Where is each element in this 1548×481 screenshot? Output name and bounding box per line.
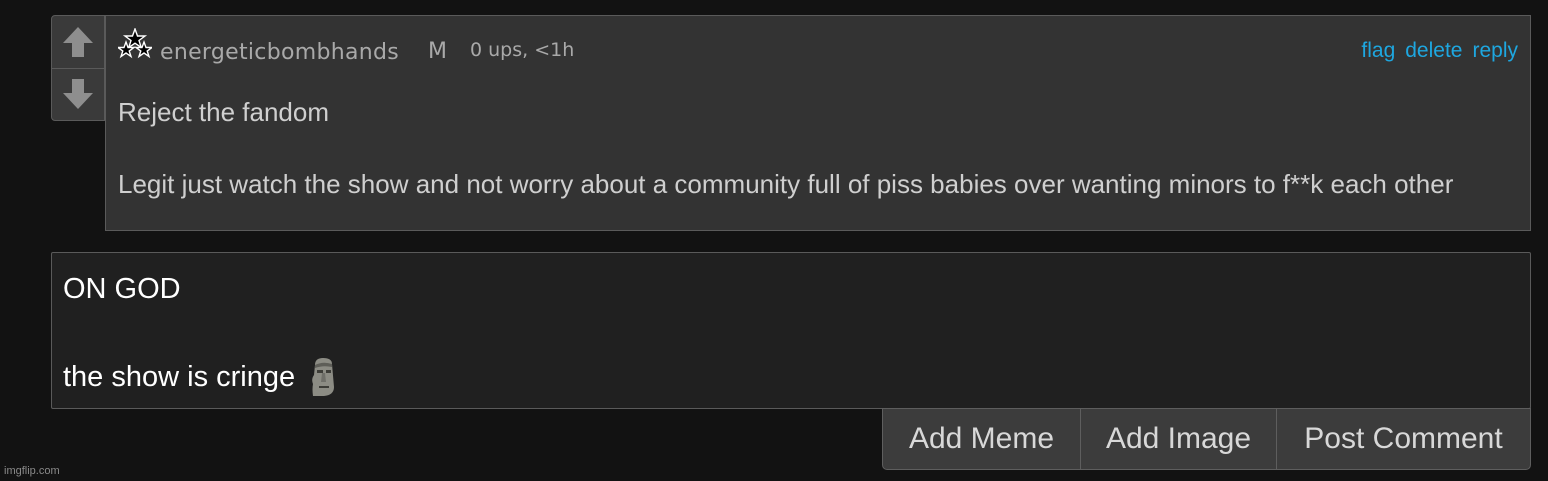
comment-thread: energeticbombhands M 0 ups, <1h flag del… [0, 0, 1548, 481]
arrow-down-icon [63, 79, 93, 109]
flag-link[interactable]: flag [1361, 39, 1395, 63]
moai-emoji-icon [312, 358, 335, 396]
three-stars-icon [118, 28, 152, 59]
reply-button-bar: Add Meme Add Image Post Comment [882, 408, 1531, 470]
comment-actions: flag delete reply [1361, 39, 1518, 63]
add-meme-button[interactable]: Add Meme [883, 409, 1080, 469]
reply-link[interactable]: reply [1472, 39, 1518, 63]
comment-text-line: Reject the fandom [118, 97, 330, 127]
comment-body: Reject the fandom Legit just watch the s… [118, 94, 1512, 202]
reply-textarea[interactable]: ON GOD the show is cringe [51, 252, 1531, 409]
delete-link[interactable]: delete [1405, 39, 1462, 63]
add-image-button[interactable]: Add Image [1080, 409, 1276, 469]
downvote-button[interactable] [52, 68, 104, 120]
reply-text-line: ON GOD [63, 273, 181, 305]
post-comment-button[interactable]: Post Comment [1276, 409, 1530, 469]
arrow-up-icon [63, 27, 93, 57]
watermark: imgflip.com [4, 465, 60, 477]
comment: energeticbombhands M 0 ups, <1h flag del… [105, 15, 1531, 231]
upvote-button[interactable] [52, 16, 104, 69]
vote-column [51, 15, 105, 121]
username-link[interactable]: energeticbombhands [160, 40, 399, 65]
comment-text-line: Legit just watch the show and not worry … [118, 169, 1454, 199]
comment-header: energeticbombhands M 0 ups, <1h flag del… [118, 26, 1518, 65]
gender-label: M [428, 39, 447, 64]
comment-meta: 0 ups, <1h [470, 39, 575, 61]
reply-text-line: the show is cringe [63, 361, 296, 393]
